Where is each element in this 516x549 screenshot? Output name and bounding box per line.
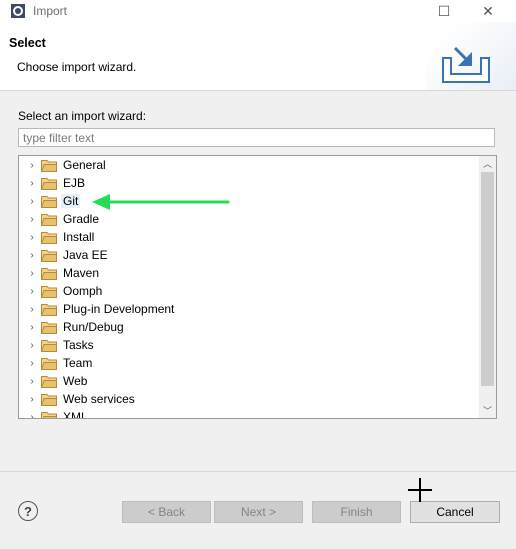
folder-icon (41, 357, 57, 370)
folder-icon (41, 303, 57, 316)
tree-item-label: Gradle (63, 212, 100, 226)
scroll-down-icon[interactable]: ﹀ (479, 403, 496, 418)
footer-divider (0, 471, 516, 472)
wizard-header: Select Choose import wizard. (0, 22, 516, 91)
tree-item[interactable]: › Tasks (19, 336, 479, 354)
tree-item[interactable]: › Web (19, 372, 479, 390)
vertical-scrollbar[interactable]: ︿ ﹀ (479, 156, 496, 418)
expand-chevron-icon[interactable]: › (26, 232, 38, 243)
tree-item-label: EJB (63, 176, 86, 190)
folder-icon (41, 339, 57, 352)
folder-icon (41, 285, 57, 298)
tree-item[interactable]: › Java EE (19, 246, 479, 264)
eclipse-icon (11, 4, 25, 18)
folder-icon (41, 159, 57, 172)
crosshair-cursor-icon (408, 478, 432, 502)
folder-icon (41, 321, 57, 334)
expand-chevron-icon[interactable]: › (26, 286, 38, 297)
folder-icon (41, 267, 57, 280)
tree-item[interactable]: › Maven (19, 264, 479, 282)
wizard-content: Select an import wizard: › General › EJB › Gi… (0, 91, 516, 471)
expand-chevron-icon[interactable]: › (26, 358, 38, 369)
back-button[interactable]: < Back (122, 501, 211, 523)
expand-chevron-icon[interactable]: › (26, 304, 38, 315)
tree-item-label: Web (63, 374, 88, 388)
tree-item[interactable]: › Team (19, 354, 479, 372)
filter-input[interactable] (18, 128, 495, 147)
help-icon: ? (24, 503, 32, 519)
tree-item-label: XML (63, 410, 88, 419)
tree-item[interactable]: › EJB (19, 174, 479, 192)
tree-item-label: General (63, 158, 106, 172)
expand-chevron-icon[interactable]: › (26, 160, 38, 171)
tree-item[interactable]: › General (19, 156, 479, 174)
folder-icon (41, 177, 57, 190)
folder-icon (41, 411, 57, 418)
tree-item-label: Git (61, 194, 81, 208)
expand-chevron-icon[interactable]: › (26, 250, 38, 261)
next-button[interactable]: Next > (214, 501, 303, 523)
tree-item-label: Oomph (63, 284, 103, 298)
expand-chevron-icon[interactable]: › (26, 340, 38, 351)
close-button[interactable]: ✕ (468, 0, 508, 22)
wizard-list-label: Select an import wizard: (18, 109, 147, 123)
maximize-icon: ☐ (437, 2, 451, 19)
expand-chevron-icon[interactable]: › (26, 196, 38, 207)
folder-icon (41, 249, 57, 262)
expand-chevron-icon[interactable]: › (26, 268, 38, 279)
scrollbar-thumb[interactable] (481, 172, 494, 386)
tree-item[interactable]: › Gradle (19, 210, 479, 228)
tree-item-label: Tasks (63, 338, 94, 352)
tree-item-label: Web services (63, 392, 135, 406)
folder-icon (41, 393, 57, 406)
folder-icon (41, 195, 57, 208)
green-arrow-annotation (92, 194, 230, 210)
title-bar: Import ☐ ✕ (0, 0, 516, 22)
tree-item-label: Install (63, 230, 95, 244)
expand-chevron-icon[interactable]: › (26, 322, 38, 333)
tree-item[interactable]: › Plug-in Development (19, 300, 479, 318)
tree-item[interactable]: › XML (19, 408, 479, 419)
page-description: Choose import wizard. (17, 60, 137, 74)
cancel-button[interactable]: Cancel (410, 501, 500, 523)
page-title: Select (9, 36, 46, 50)
expand-chevron-icon[interactable]: › (26, 412, 38, 419)
expand-chevron-icon[interactable]: › (26, 376, 38, 387)
tree-item-label: Run/Debug (63, 320, 124, 334)
window-title: Import (33, 4, 68, 18)
folder-icon (41, 213, 57, 226)
expand-chevron-icon[interactable]: › (26, 394, 38, 405)
tree-item-label: Plug-in Development (63, 302, 175, 316)
finish-button[interactable]: Finish (312, 501, 401, 523)
tree-item-label: Maven (63, 266, 100, 280)
maximize-button[interactable]: ☐ (424, 0, 464, 22)
help-button[interactable]: ? (18, 501, 38, 521)
expand-chevron-icon[interactable]: › (26, 178, 38, 189)
tree-item-label: Java EE (63, 248, 108, 262)
close-icon: ✕ (482, 2, 494, 19)
tree-item[interactable]: › Install (19, 228, 479, 246)
tree-item[interactable]: › Web services (19, 390, 479, 408)
tree-item[interactable]: › Run/Debug (19, 318, 479, 336)
tree-item[interactable]: › Oomph (19, 282, 479, 300)
folder-icon (41, 375, 57, 388)
scroll-up-icon[interactable]: ︿ (479, 156, 496, 171)
import-wizard-icon (442, 46, 490, 83)
expand-chevron-icon[interactable]: › (26, 214, 38, 225)
folder-icon (41, 231, 57, 244)
wizard-footer: ? < Back Next > Finish Cancel (0, 471, 516, 549)
tree-item-label: Team (63, 356, 93, 370)
tree-item[interactable]: › Git (19, 192, 479, 210)
